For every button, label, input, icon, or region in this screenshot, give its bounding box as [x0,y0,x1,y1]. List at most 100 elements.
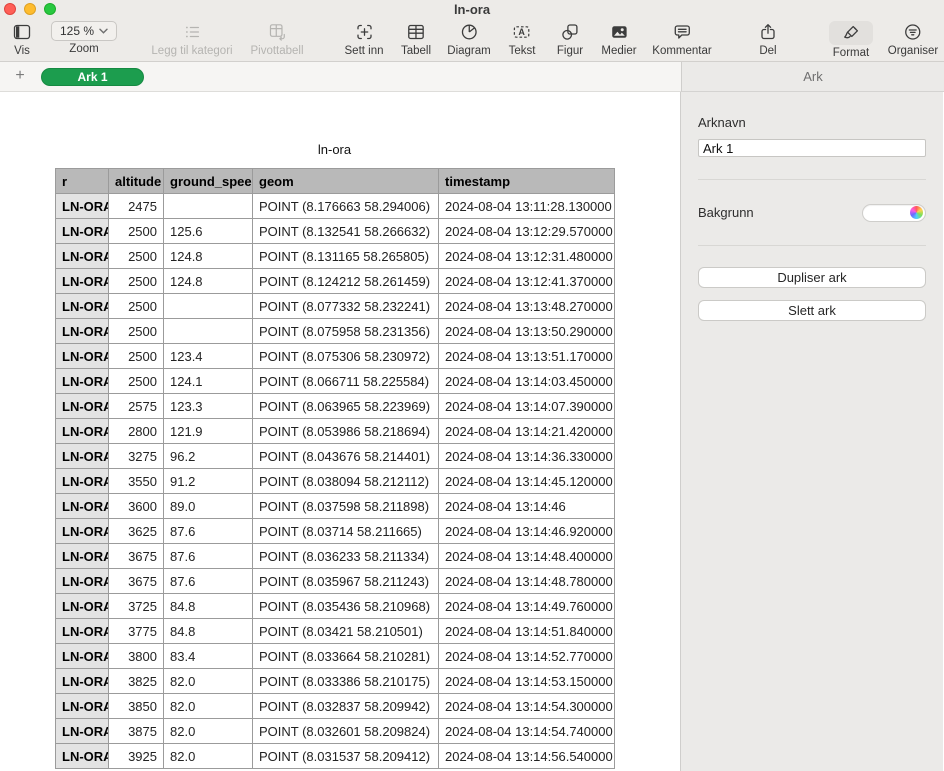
cell[interactable]: 2024-08-04 13:14:36.330000 [439,444,615,469]
cell[interactable]: 121.9 [164,419,253,444]
cell[interactable]: 2024-08-04 13:11:28.130000 [439,194,615,219]
row-header-cell[interactable]: LN-ORA [56,669,109,694]
column-header-ground_speed[interactable]: ground_speed [164,169,253,194]
cell[interactable]: POINT (8.038094 58.212112) [253,469,439,494]
row-header-cell[interactable]: LN-ORA [56,519,109,544]
cell[interactable]: 3825 [109,669,164,694]
column-header-r[interactable]: r [56,169,109,194]
cell[interactable]: 91.2 [164,469,253,494]
row-header-cell[interactable]: LN-ORA [56,419,109,444]
cell[interactable]: 3675 [109,544,164,569]
cell[interactable]: 2800 [109,419,164,444]
cell[interactable]: 3550 [109,469,164,494]
cell[interactable] [164,294,253,319]
row-header-cell[interactable]: LN-ORA [56,619,109,644]
add-sheet-button[interactable]: + [11,67,29,85]
toolbar-item-tekst[interactable]: A Tekst [509,21,536,57]
toolbar-item-kommentar[interactable]: Kommentar [652,21,711,57]
toolbar-item-tabell[interactable]: Tabell [401,21,431,57]
toolbar-item-diagram[interactable]: Diagram [447,21,490,57]
cell[interactable]: 82.0 [164,719,253,744]
cell[interactable]: POINT (8.033386 58.210175) [253,669,439,694]
cell[interactable]: POINT (8.033664 58.210281) [253,644,439,669]
cell[interactable]: 123.3 [164,394,253,419]
cell[interactable]: POINT (8.131165 58.265805) [253,244,439,269]
cell[interactable]: 2024-08-04 13:13:48.270000 [439,294,615,319]
cell[interactable]: 2024-08-04 13:14:48.400000 [439,544,615,569]
cell[interactable]: POINT (8.043676 58.214401) [253,444,439,469]
cell[interactable]: 2024-08-04 13:14:07.390000 [439,394,615,419]
row-header-cell[interactable]: LN-ORA [56,694,109,719]
toolbar-item-figur[interactable]: Figur [557,21,583,57]
cell[interactable]: POINT (8.032837 58.209942) [253,694,439,719]
cell[interactable]: 2024-08-04 13:14:45.120000 [439,469,615,494]
row-header-cell[interactable]: LN-ORA [56,369,109,394]
cell[interactable]: 84.8 [164,619,253,644]
cell[interactable]: 2475 [109,194,164,219]
cell[interactable]: 3625 [109,519,164,544]
cell[interactable]: POINT (8.075306 58.230972) [253,344,439,369]
row-header-cell[interactable]: LN-ORA [56,444,109,469]
cell[interactable]: POINT (8.124212 58.261459) [253,269,439,294]
cell[interactable]: 124.1 [164,369,253,394]
sheet-name-input[interactable] [698,139,926,157]
cell[interactable]: 2024-08-04 13:12:41.370000 [439,269,615,294]
row-header-cell[interactable]: LN-ORA [56,194,109,219]
row-header-cell[interactable]: LN-ORA [56,719,109,744]
cell[interactable]: 2500 [109,344,164,369]
duplicate-sheet-button[interactable]: Dupliser ark [698,267,926,288]
row-header-cell[interactable]: LN-ORA [56,569,109,594]
row-header-cell[interactable]: LN-ORA [56,494,109,519]
cell[interactable]: 2024-08-04 13:13:51.170000 [439,344,615,369]
toolbar-item-organiser[interactable]: Organiser [888,21,939,57]
cell[interactable] [164,319,253,344]
toolbar-item-medier[interactable]: Medier [601,21,636,57]
cell[interactable]: 3850 [109,694,164,719]
cell[interactable]: 2024-08-04 13:14:54.740000 [439,719,615,744]
cell[interactable]: 87.6 [164,569,253,594]
cell[interactable]: POINT (8.075958 58.231356) [253,319,439,344]
cell[interactable]: 3600 [109,494,164,519]
cell[interactable]: 2024-08-04 13:14:51.840000 [439,619,615,644]
cell[interactable]: 124.8 [164,244,253,269]
cell[interactable]: 2500 [109,219,164,244]
cell[interactable]: 3725 [109,594,164,619]
cell[interactable]: 82.0 [164,694,253,719]
cell[interactable]: 2024-08-04 13:14:46 [439,494,615,519]
cell[interactable]: 2500 [109,244,164,269]
toolbar-item-format[interactable]: Format [829,21,873,59]
column-header-altitude[interactable]: altitude [109,169,164,194]
column-header-timestamp[interactable]: timestamp [439,169,615,194]
cell[interactable]: 2024-08-04 13:14:53.150000 [439,669,615,694]
row-header-cell[interactable]: LN-ORA [56,344,109,369]
row-header-cell[interactable]: LN-ORA [56,269,109,294]
toolbar-item-vis[interactable]: Vis [12,21,32,57]
row-header-cell[interactable]: LN-ORA [56,744,109,769]
toolbar-item-del[interactable]: Del [758,21,778,57]
cell[interactable]: POINT (8.077332 58.232241) [253,294,439,319]
row-header-cell[interactable]: LN-ORA [56,644,109,669]
cell[interactable]: 124.8 [164,269,253,294]
cell[interactable]: 3275 [109,444,164,469]
delete-sheet-button[interactable]: Slett ark [698,300,926,321]
cell[interactable]: 2024-08-04 13:12:31.480000 [439,244,615,269]
row-header-cell[interactable]: LN-ORA [56,469,109,494]
cell[interactable]: 87.6 [164,544,253,569]
cell[interactable]: 3875 [109,719,164,744]
cell[interactable]: 2500 [109,369,164,394]
cell[interactable]: 82.0 [164,744,253,769]
cell[interactable]: 87.6 [164,519,253,544]
cell[interactable]: 84.8 [164,594,253,619]
zoom-dropdown[interactable]: 125 % [51,21,117,41]
cell[interactable]: POINT (8.035436 58.210968) [253,594,439,619]
cell[interactable]: 2024-08-04 13:14:03.450000 [439,369,615,394]
background-color-well[interactable] [862,204,926,222]
cell[interactable]: POINT (8.036233 58.211334) [253,544,439,569]
cell[interactable]: 2024-08-04 13:14:46.920000 [439,519,615,544]
cell[interactable]: 96.2 [164,444,253,469]
cell[interactable]: 125.6 [164,219,253,244]
cell[interactable]: 2024-08-04 13:14:21.420000 [439,419,615,444]
cell[interactable]: 2024-08-04 13:12:29.570000 [439,219,615,244]
cell[interactable]: 3800 [109,644,164,669]
cell[interactable]: 2024-08-04 13:14:56.540000 [439,744,615,769]
